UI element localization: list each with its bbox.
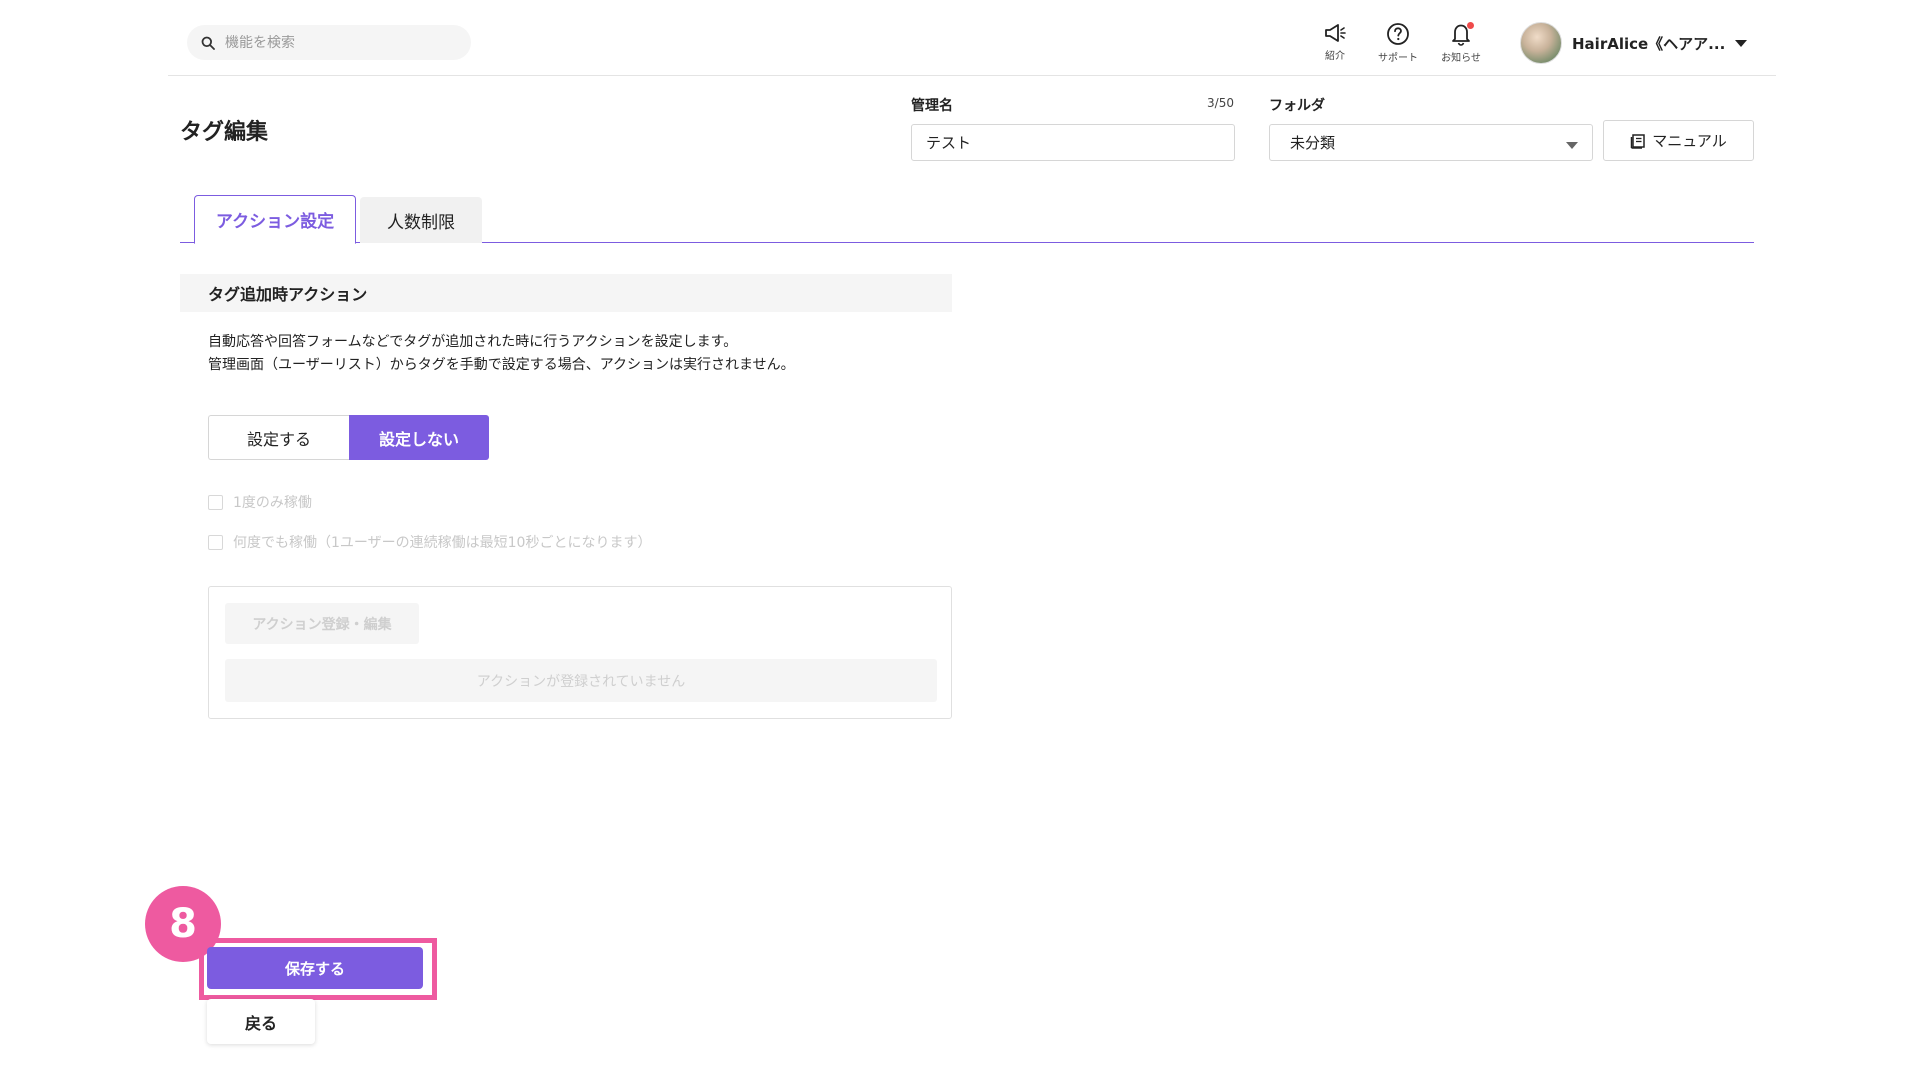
section-description-line-1: 自動応答や回答フォームなどでタグが追加された時に行うアクションを設定します。	[208, 334, 738, 350]
help-icon	[1387, 23, 1409, 45]
tab-bar: アクション設定 人数制限	[180, 195, 1754, 244]
support-button[interactable]: サポート	[1368, 22, 1428, 64]
once-only-checkbox[interactable]	[208, 494, 223, 510]
folder-selected-value: 未分類	[1290, 134, 1336, 152]
section-title: タグ追加時アクション	[180, 274, 952, 312]
intro-button[interactable]: 紹介	[1305, 22, 1365, 62]
notifications-button[interactable]: お知らせ	[1431, 22, 1491, 64]
manual-button[interactable]: マニュアル	[1603, 120, 1754, 161]
megaphone-icon	[1325, 24, 1346, 42]
char-count: 3/50	[1207, 96, 1234, 110]
intro-label: 紹介	[1325, 51, 1345, 62]
chevron-down-icon	[1566, 142, 1578, 149]
support-label: サポート	[1378, 53, 1418, 64]
tab-action-settings[interactable]: アクション設定	[194, 195, 356, 244]
empty-actions-message: アクションが登録されていません	[225, 659, 937, 702]
search-bar[interactable]	[187, 25, 471, 60]
action-edit-button[interactable]: アクション登録・編集	[225, 603, 419, 644]
chevron-down-icon	[1735, 39, 1748, 47]
once-only-option[interactable]: 1度のみ稼働	[208, 492, 312, 512]
set-action-button[interactable]: 設定する	[208, 415, 349, 460]
action-toggle: 設定する 設定しない	[208, 415, 489, 460]
management-name-input[interactable]	[911, 124, 1235, 161]
once-only-label: 1度のみ稼働	[233, 495, 312, 511]
header-divider	[168, 75, 1776, 76]
back-button[interactable]: 戻る	[207, 999, 315, 1044]
folder-select[interactable]: 未分類	[1269, 124, 1593, 161]
page-title: タグ編集	[180, 120, 269, 145]
section-description-line-2: 管理画面（ユーザーリスト）からタグを手動で設定する場合、アクションは実行されませ…	[208, 357, 795, 373]
folder-label: フォルダ	[1269, 98, 1325, 114]
no-action-button[interactable]: 設定しない	[349, 415, 489, 460]
repeat-checkbox[interactable]	[208, 534, 223, 550]
user-menu[interactable]: HairAlice《ヘアア...	[1520, 21, 1748, 65]
notifications-label: お知らせ	[1441, 53, 1481, 64]
save-button[interactable]: 保存する	[207, 947, 423, 989]
manual-label: マニュアル	[1652, 132, 1727, 150]
repeat-option[interactable]: 何度でも稼働（1ユーザーの連続稼働は最短10秒ごとになります）	[208, 532, 651, 552]
avatar	[1520, 22, 1562, 64]
notification-dot	[1467, 22, 1474, 29]
repeat-label: 何度でも稼働（1ユーザーの連続稼働は最短10秒ごとになります）	[233, 535, 652, 551]
search-input[interactable]	[225, 34, 455, 51]
tab-capacity-limit[interactable]: 人数制限	[360, 197, 482, 243]
book-icon	[1630, 133, 1645, 149]
action-panel: アクション登録・編集 アクションが登録されていません	[208, 586, 952, 719]
search-icon	[201, 36, 215, 50]
management-name-label: 管理名	[911, 98, 953, 114]
user-name: HairAlice《ヘアア...	[1572, 34, 1726, 53]
